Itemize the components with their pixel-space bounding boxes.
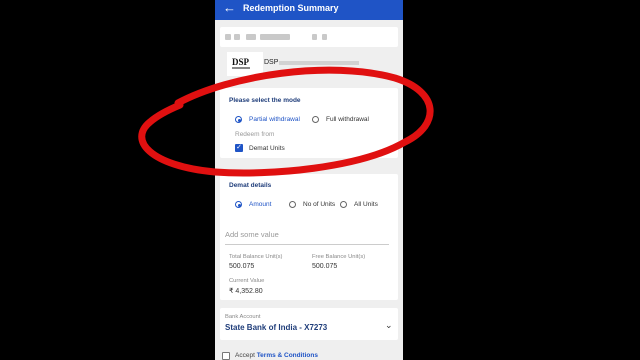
free-balance-value: 500.075 (312, 263, 338, 270)
fund-name: DSP (264, 59, 279, 66)
partial-withdrawal-label[interactable]: Partial withdrawal (249, 116, 300, 123)
mode-card: Please select the mode Partial withdrawa… (220, 88, 398, 158)
fund-name-blur (279, 61, 359, 65)
total-balance-label: Total Balance Unit(s) (229, 254, 283, 260)
bank-account-value[interactable]: State Bank of India - X7273 (225, 323, 327, 332)
demat-title: Demat details (229, 182, 272, 189)
back-arrow-icon[interactable]: ← (223, 1, 236, 15)
blurred-text (234, 34, 240, 40)
fund-logo: DSP (227, 52, 263, 76)
mode-title: Please select the mode (229, 97, 301, 104)
current-value-label: Current Value (229, 278, 265, 284)
no-of-units-label[interactable]: No of Units (303, 201, 335, 208)
app-bar: ← Redemption Summary (215, 0, 403, 20)
amount-radio[interactable] (235, 201, 242, 208)
current-value: ₹ 4,352.80 (229, 288, 263, 295)
amount-label[interactable]: Amount (249, 201, 271, 208)
terms-text[interactable]: Accept Terms & Conditions (235, 352, 318, 359)
blurred-text (312, 34, 317, 40)
chevron-down-icon[interactable]: ⌄ (385, 320, 393, 331)
full-withdrawal-radio[interactable] (312, 116, 319, 123)
demat-units-label[interactable]: Demat Units (249, 145, 285, 152)
demat-units-checkbox[interactable]: ✓ (235, 144, 243, 152)
redeem-from-label: Redeem from (235, 131, 275, 138)
terms-prefix: Accept (235, 352, 255, 359)
bank-account-label: Bank Account (225, 314, 261, 320)
blurred-text (260, 34, 290, 40)
all-units-label[interactable]: All Units (354, 201, 378, 208)
no-of-units-radio[interactable] (289, 201, 296, 208)
blurred-text (246, 34, 256, 40)
blurred-text (322, 34, 327, 40)
fund-logo-text: DSP (232, 57, 250, 67)
page-title: Redemption Summary (243, 3, 339, 13)
blurred-text (225, 34, 231, 40)
phone-screen: ← Redemption Summary DSP DSP Please sele… (215, 0, 403, 360)
terms-link[interactable]: Terms & Conditions (257, 352, 318, 359)
free-balance-label: Free Balance Unit(s) (312, 254, 366, 260)
account-summary-card (220, 27, 398, 47)
logo-subtitle-bar (232, 67, 250, 69)
terms-checkbox[interactable] (222, 352, 230, 360)
total-balance-value: 500.075 (229, 263, 255, 270)
full-withdrawal-label[interactable]: Full withdrawal (326, 116, 369, 123)
all-units-radio[interactable] (340, 201, 347, 208)
partial-withdrawal-radio[interactable] (235, 116, 242, 123)
value-input[interactable]: Add some value (225, 230, 389, 245)
